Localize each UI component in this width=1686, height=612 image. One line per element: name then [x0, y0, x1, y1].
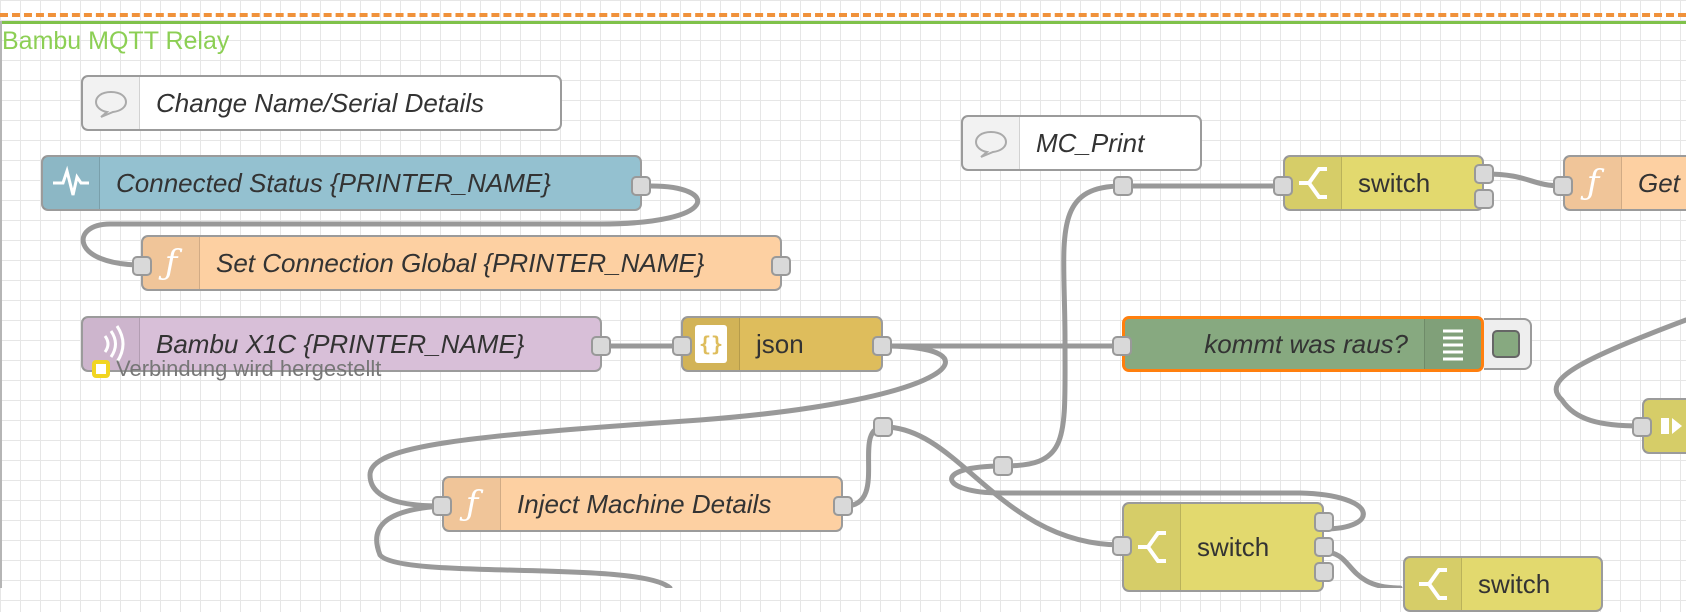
node-label: MC_Print	[1036, 127, 1145, 158]
status-text: Verbindung wird hergestellt	[116, 356, 382, 381]
status-pulse-icon	[43, 157, 100, 209]
input-port[interactable]	[432, 496, 452, 516]
output-port[interactable]	[1314, 512, 1334, 532]
node-label: Get	[1638, 167, 1680, 198]
status-node-connected[interactable]: Connected Status {PRINTER_NAME}	[41, 155, 642, 211]
input-port[interactable]	[672, 336, 692, 356]
comment-node-mc-print[interactable]: MC_Print	[961, 115, 1202, 171]
function-node-inject-machine[interactable]: ƒ Inject Machine Details	[442, 476, 843, 532]
input-port[interactable]	[1553, 176, 1573, 196]
wire	[1482, 171, 1566, 189]
node-label: Set Connection Global {PRINTER_NAME}	[216, 247, 705, 278]
input-port[interactable]	[1112, 336, 1132, 356]
output-port[interactable]	[771, 256, 791, 276]
switch-node-bottom[interactable]: switch	[1403, 556, 1603, 612]
comment-icon	[963, 117, 1020, 169]
wire	[1321, 549, 1403, 588]
node-label: Inject Machine Details	[517, 488, 772, 519]
node-label: Bambu X1C {PRINTER_NAME}	[156, 328, 525, 359]
input-port[interactable]	[1112, 536, 1132, 556]
node-label: switch	[1197, 531, 1270, 562]
function-node-set-connection[interactable]: ƒ Set Connection Global {PRINTER_NAME}	[141, 235, 782, 291]
wire	[842, 424, 887, 509]
switch-node-top[interactable]: switch	[1283, 155, 1484, 211]
node-label: Change Name/Serial Details	[156, 87, 485, 118]
node-status: Verbindung wird hergestellt	[92, 356, 381, 382]
debug-list-icon	[1424, 319, 1481, 369]
output-port[interactable]	[591, 336, 611, 356]
junction-point[interactable]	[1113, 176, 1133, 196]
node-label: switch	[1358, 167, 1431, 198]
input-port[interactable]	[132, 256, 152, 276]
switch-node-middle[interactable]: switch	[1122, 502, 1324, 592]
comment-icon	[83, 77, 140, 129]
debug-node-kommt[interactable]: kommt was raus?	[1122, 316, 1484, 372]
node-label: kommt was raus?	[1204, 328, 1408, 359]
output-port[interactable]	[833, 496, 853, 516]
json-node[interactable]: {} json	[681, 316, 883, 372]
function-node-get[interactable]: ƒ Get	[1563, 155, 1686, 211]
output-port[interactable]	[1314, 562, 1334, 582]
output-port[interactable]	[1314, 537, 1334, 557]
output-port[interactable]	[1474, 164, 1494, 184]
debug-toggle-indicator	[1492, 330, 1520, 358]
function-icon: ƒ	[444, 478, 501, 530]
junction-point[interactable]	[993, 456, 1013, 476]
output-port[interactable]	[1474, 189, 1494, 209]
junction-point[interactable]	[873, 417, 893, 437]
wire	[1000, 183, 1125, 469]
input-port[interactable]	[1273, 176, 1293, 196]
output-port[interactable]	[872, 336, 892, 356]
comment-node-change-name[interactable]: Change Name/Serial Details	[81, 75, 562, 131]
node-label: json	[756, 328, 804, 359]
switch-icon	[1124, 504, 1181, 590]
status-ring-icon	[92, 360, 110, 378]
switch-icon	[1285, 157, 1342, 209]
function-icon: ƒ	[1565, 157, 1622, 209]
switch-icon	[1405, 558, 1462, 610]
node-label: Connected Status {PRINTER_NAME}	[116, 167, 551, 198]
debug-toggle-button[interactable]	[1484, 318, 1532, 370]
wire	[881, 424, 1125, 548]
input-port[interactable]	[1632, 417, 1652, 437]
output-port[interactable]	[631, 176, 651, 196]
node-label: switch	[1478, 568, 1551, 599]
